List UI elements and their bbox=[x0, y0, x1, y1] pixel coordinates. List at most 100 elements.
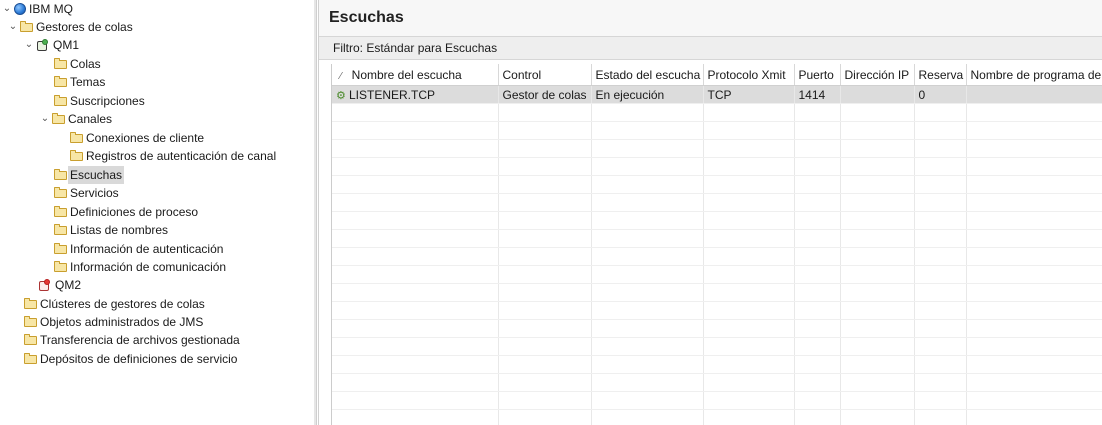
empty-cell bbox=[914, 283, 967, 302]
chevron-down-icon[interactable]: ⌄ bbox=[38, 110, 52, 128]
empty-cell bbox=[914, 373, 967, 392]
empty-cell bbox=[840, 391, 915, 410]
empty-cell bbox=[840, 247, 915, 266]
empty-cell bbox=[332, 265, 499, 284]
empty-cell bbox=[332, 103, 499, 122]
empty-cell bbox=[703, 319, 795, 338]
empty-cell bbox=[498, 157, 592, 176]
tree-item-servicios[interactable]: Servicios bbox=[40, 184, 119, 202]
empty-cell bbox=[914, 301, 967, 320]
tree-item-label: Información de autenticación bbox=[70, 242, 224, 256]
empty-cell bbox=[703, 157, 795, 176]
filter-bar[interactable]: Filtro: Estándar para Escuchas bbox=[319, 37, 1102, 60]
empty-cell bbox=[332, 175, 499, 194]
empty-cell bbox=[966, 229, 1102, 248]
column-header-estado[interactable]: Estado del escucha bbox=[591, 64, 704, 86]
column-header-reserva[interactable]: Reserva bbox=[914, 64, 967, 86]
tree-item-label: Servicios bbox=[70, 186, 119, 200]
tree-item-label: Conexiones de cliente bbox=[86, 131, 205, 145]
empty-table-row bbox=[332, 175, 1102, 194]
tree-item-label: QM1 bbox=[53, 38, 80, 52]
tree-item-ibm-mq[interactable]: ⌄ IBM MQ bbox=[0, 0, 73, 18]
empty-cell bbox=[914, 337, 967, 356]
tree-item-gestores-de-colas[interactable]: ⌄ Gestores de colas bbox=[6, 18, 133, 36]
empty-cell bbox=[794, 247, 841, 266]
empty-cell bbox=[498, 247, 592, 266]
empty-cell bbox=[703, 283, 795, 302]
listeners-table: ⁄ Nombre del escucha Control Estado del e… bbox=[331, 64, 1102, 425]
empty-cell bbox=[966, 211, 1102, 230]
empty-cell bbox=[840, 157, 915, 176]
tree-item-registros-autenticacion-canal[interactable]: Registros de autenticación de canal bbox=[56, 147, 276, 165]
empty-table-row bbox=[332, 103, 1102, 122]
tree-item-qm1[interactable]: ⌄ QM1 bbox=[22, 36, 79, 54]
globe-icon bbox=[14, 3, 26, 15]
empty-cell bbox=[591, 391, 704, 410]
cell-puerto: 1414 bbox=[794, 85, 841, 104]
chevron-down-icon[interactable]: ⌄ bbox=[6, 18, 20, 36]
column-header-puerto[interactable]: Puerto bbox=[794, 64, 841, 86]
tree-item-clusteres[interactable]: Clústeres de gestores de colas bbox=[10, 295, 205, 313]
empty-cell bbox=[703, 409, 795, 425]
column-header-direccion-ip[interactable]: Dirección IP bbox=[840, 64, 915, 86]
empty-cell bbox=[703, 247, 795, 266]
column-header-protocolo[interactable]: Protocolo Xmit bbox=[703, 64, 795, 86]
empty-cell bbox=[703, 301, 795, 320]
tree-item-qm2[interactable]: QM2 bbox=[24, 276, 81, 294]
empty-cell bbox=[703, 373, 795, 392]
empty-cell bbox=[591, 157, 704, 176]
empty-cell bbox=[332, 211, 499, 230]
column-header-control[interactable]: Control bbox=[498, 64, 592, 86]
tree-item-label: Transferencia de archivos gestionada bbox=[40, 333, 240, 347]
panel-splitter[interactable] bbox=[314, 0, 317, 425]
column-header-nombre-programa[interactable]: Nombre de programa de bbox=[966, 64, 1102, 86]
tree-item-canales[interactable]: ⌄ Canales bbox=[38, 110, 112, 128]
folder-icon bbox=[54, 223, 67, 235]
tree-item-informacion-de-comunicacion[interactable]: Información de comunicación bbox=[40, 258, 226, 276]
tree-item-label: Información de comunicación bbox=[70, 260, 227, 274]
tree-item-depositos-definiciones[interactable]: Depósitos de definiciones de servicio bbox=[10, 350, 237, 368]
tree-item-conexiones-de-cliente[interactable]: Conexiones de cliente bbox=[56, 129, 204, 147]
tree-item-objetos-jms[interactable]: Objetos administrados de JMS bbox=[10, 313, 203, 331]
tree-item-suscripciones[interactable]: Suscripciones bbox=[40, 92, 145, 110]
empty-cell bbox=[794, 391, 841, 410]
editor-header: Escuchas bbox=[319, 0, 1102, 37]
cell-reserva: 0 bbox=[914, 85, 967, 104]
filter-label[interactable]: Filtro: Estándar para Escuchas bbox=[333, 41, 497, 55]
empty-cell bbox=[498, 229, 592, 248]
empty-cell bbox=[703, 211, 795, 230]
empty-cell bbox=[332, 121, 499, 140]
empty-cell bbox=[591, 409, 704, 425]
empty-cell bbox=[591, 319, 704, 338]
empty-cell bbox=[498, 193, 592, 212]
empty-table-row bbox=[332, 391, 1102, 410]
empty-cell bbox=[591, 121, 704, 140]
empty-cell bbox=[591, 373, 704, 392]
chevron-down-icon[interactable]: ⌄ bbox=[0, 0, 14, 18]
column-header-nombre[interactable]: ⁄ Nombre del escucha bbox=[332, 64, 499, 86]
tree-item-label: Colas bbox=[70, 57, 101, 71]
empty-cell bbox=[703, 121, 795, 140]
table-row[interactable]: ⚙ LISTENER.TCP Gestor de colas En ejecuci… bbox=[332, 85, 1102, 104]
empty-cell bbox=[840, 283, 915, 302]
empty-cell bbox=[703, 193, 795, 212]
chevron-down-icon[interactable]: ⌄ bbox=[22, 36, 36, 54]
empty-table-row bbox=[332, 247, 1102, 266]
empty-cell bbox=[794, 193, 841, 212]
empty-cell bbox=[332, 373, 499, 392]
empty-cell bbox=[591, 139, 704, 158]
empty-cell bbox=[794, 265, 841, 284]
empty-cell bbox=[840, 301, 915, 320]
empty-cell bbox=[332, 355, 499, 374]
tree-item-colas[interactable]: Colas bbox=[40, 55, 101, 73]
tree-item-temas[interactable]: Temas bbox=[40, 73, 105, 91]
tree-item-escuchas[interactable]: Escuchas bbox=[40, 166, 125, 184]
tree-item-label: Depósitos de definiciones de servicio bbox=[40, 352, 238, 366]
tree-item-listas-de-nombres[interactable]: Listas de nombres bbox=[40, 221, 168, 239]
cell-estado: En ejecución bbox=[591, 85, 704, 104]
tree-item-informacion-de-autenticacion[interactable]: Información de autenticación bbox=[40, 240, 223, 258]
empty-cell bbox=[794, 103, 841, 122]
tree-item-definiciones-de-proceso[interactable]: Definiciones de proceso bbox=[40, 203, 198, 221]
empty-table-row bbox=[332, 337, 1102, 356]
tree-item-transferencia-archivos[interactable]: Transferencia de archivos gestionada bbox=[10, 331, 240, 349]
